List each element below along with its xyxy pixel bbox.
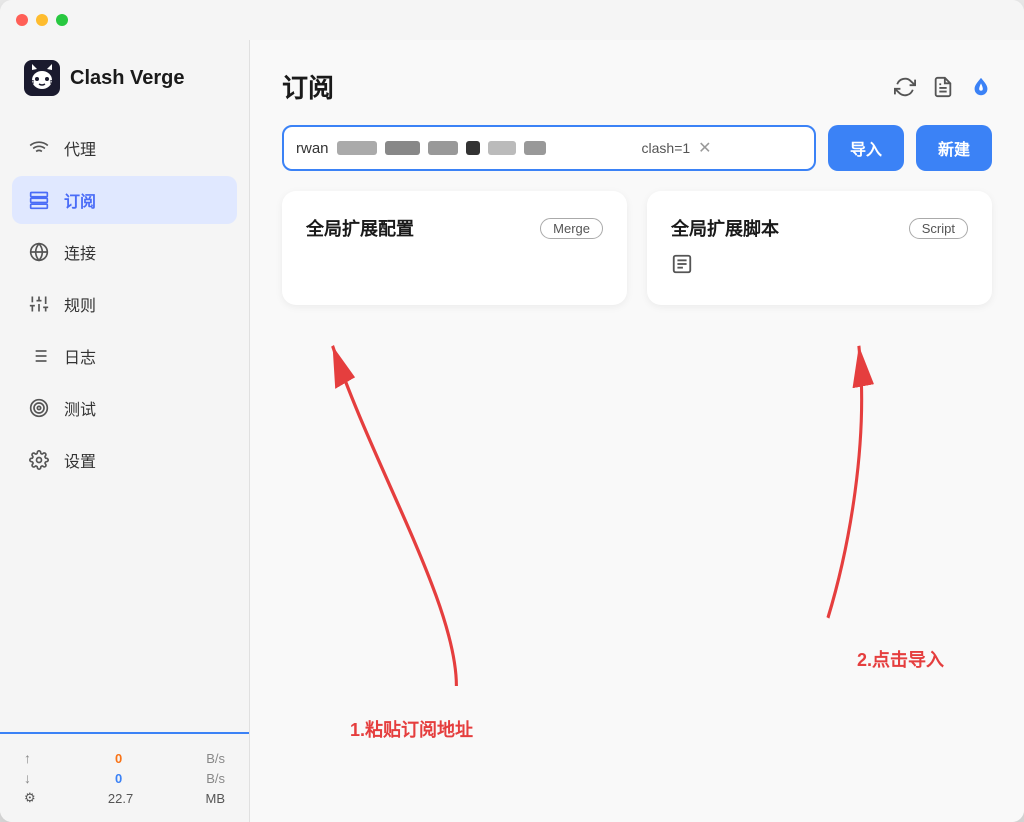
redacted-3 (428, 141, 458, 155)
download-speed-unit: B/s (206, 771, 225, 786)
sidebar-item-proxy-label: 代理 (64, 136, 96, 160)
main-panel: 订阅 (250, 40, 1024, 822)
wifi-icon (28, 137, 50, 159)
logo-icon (24, 60, 60, 96)
redacted-5 (488, 141, 516, 155)
upload-speed-row: ↑ 0 B/s (24, 750, 225, 766)
minimize-button[interactable] (36, 14, 48, 26)
sidebar-item-test-label: 测试 (64, 396, 96, 420)
app-body: Clash Verge 代理 (0, 40, 1024, 822)
new-button[interactable]: 新建 (916, 125, 992, 171)
sidebar-item-proxy[interactable]: 代理 (12, 124, 237, 172)
list-icon (28, 345, 50, 367)
globe-icon (28, 241, 50, 263)
card-title-2: 全局扩展脚本 (671, 215, 779, 241)
card-badge-2: Script (909, 218, 968, 239)
upload-speed-unit: B/s (206, 751, 225, 766)
page-title: 订阅 (282, 68, 334, 105)
import-button[interactable]: 导入 (828, 125, 904, 171)
cards-area: 全局扩展配置 Merge 全局扩展脚本 Script (250, 191, 1024, 305)
logo-text: Clash Verge (70, 67, 185, 90)
memory-icon: ⚙ (24, 790, 36, 806)
flame-button[interactable] (970, 76, 992, 98)
url-input[interactable] (554, 140, 634, 157)
sidebar: Clash Verge 代理 (0, 40, 250, 822)
close-button[interactable] (16, 14, 28, 26)
url-input-wrapper: rwan clash=1 ✕ (282, 125, 816, 171)
url-clear-button[interactable]: ✕ (698, 138, 711, 158)
upload-speed-value: 0 (115, 751, 122, 766)
sidebar-item-subscribe[interactable]: 订阅 (12, 176, 237, 224)
card-header-2: 全局扩展脚本 Script (671, 215, 968, 241)
card-badge-1: Merge (540, 218, 603, 239)
global-extend-script-card: 全局扩展脚本 Script (647, 191, 992, 305)
sidebar-item-test[interactable]: 测试 (12, 384, 237, 432)
url-suffix: clash=1 (642, 140, 691, 156)
card-header-1: 全局扩展配置 Merge (306, 215, 603, 241)
redacted-4 (466, 141, 480, 155)
url-bar-area: rwan clash=1 ✕ 导入 新建 (250, 125, 1024, 191)
download-speed-row: ↓ 0 B/s (24, 770, 225, 786)
sidebar-item-rules[interactable]: 规则 (12, 280, 237, 328)
sidebar-item-settings[interactable]: 设置 (12, 436, 237, 484)
annotation-arrows (250, 305, 1024, 822)
target-icon (28, 397, 50, 419)
redacted-2 (385, 141, 420, 155)
app-logo: Clash Verge (0, 40, 249, 116)
layers-icon (28, 189, 50, 211)
sliders-icon (28, 293, 50, 315)
annotation-step1: 1.粘贴订阅地址 (350, 716, 473, 742)
memory-unit: MB (206, 791, 226, 806)
gear-icon (28, 449, 50, 471)
titlebar (0, 0, 1024, 40)
header-actions (894, 76, 992, 98)
main-header: 订阅 (250, 40, 1024, 125)
memory-row: ⚙ 22.7 MB (24, 790, 225, 806)
card-title-1: 全局扩展配置 (306, 215, 414, 241)
redacted-6 (524, 141, 546, 155)
annotation-area: 1.粘贴订阅地址 2.点击导入 (250, 305, 1024, 822)
app-window: Clash Verge 代理 (0, 0, 1024, 822)
memory-value: 22.7 (108, 791, 133, 806)
sidebar-item-logs-label: 日志 (64, 344, 96, 368)
sidebar-item-rules-label: 规则 (64, 292, 96, 316)
download-speed-value: 0 (115, 771, 122, 786)
upload-arrow-icon: ↑ (24, 750, 31, 766)
sidebar-item-settings-label: 设置 (64, 448, 96, 472)
document-button[interactable] (932, 76, 954, 98)
refresh-button[interactable] (894, 76, 916, 98)
sidebar-footer: ↑ 0 B/s ↓ 0 B/s ⚙ 22.7 MB (0, 732, 249, 822)
sidebar-item-connection-label: 连接 (64, 240, 96, 264)
sidebar-nav: 代理 订阅 (0, 116, 249, 732)
sidebar-item-connection[interactable]: 连接 (12, 228, 237, 276)
maximize-button[interactable] (56, 14, 68, 26)
annotation-step2: 2.点击导入 (857, 646, 944, 672)
sidebar-item-logs[interactable]: 日志 (12, 332, 237, 380)
url-prefix: rwan (296, 140, 329, 157)
download-arrow-icon: ↓ (24, 770, 31, 786)
global-extend-config-card: 全局扩展配置 Merge (282, 191, 627, 305)
file-icon (671, 253, 968, 281)
sidebar-item-subscribe-label: 订阅 (64, 188, 96, 212)
redacted-1 (337, 141, 377, 155)
